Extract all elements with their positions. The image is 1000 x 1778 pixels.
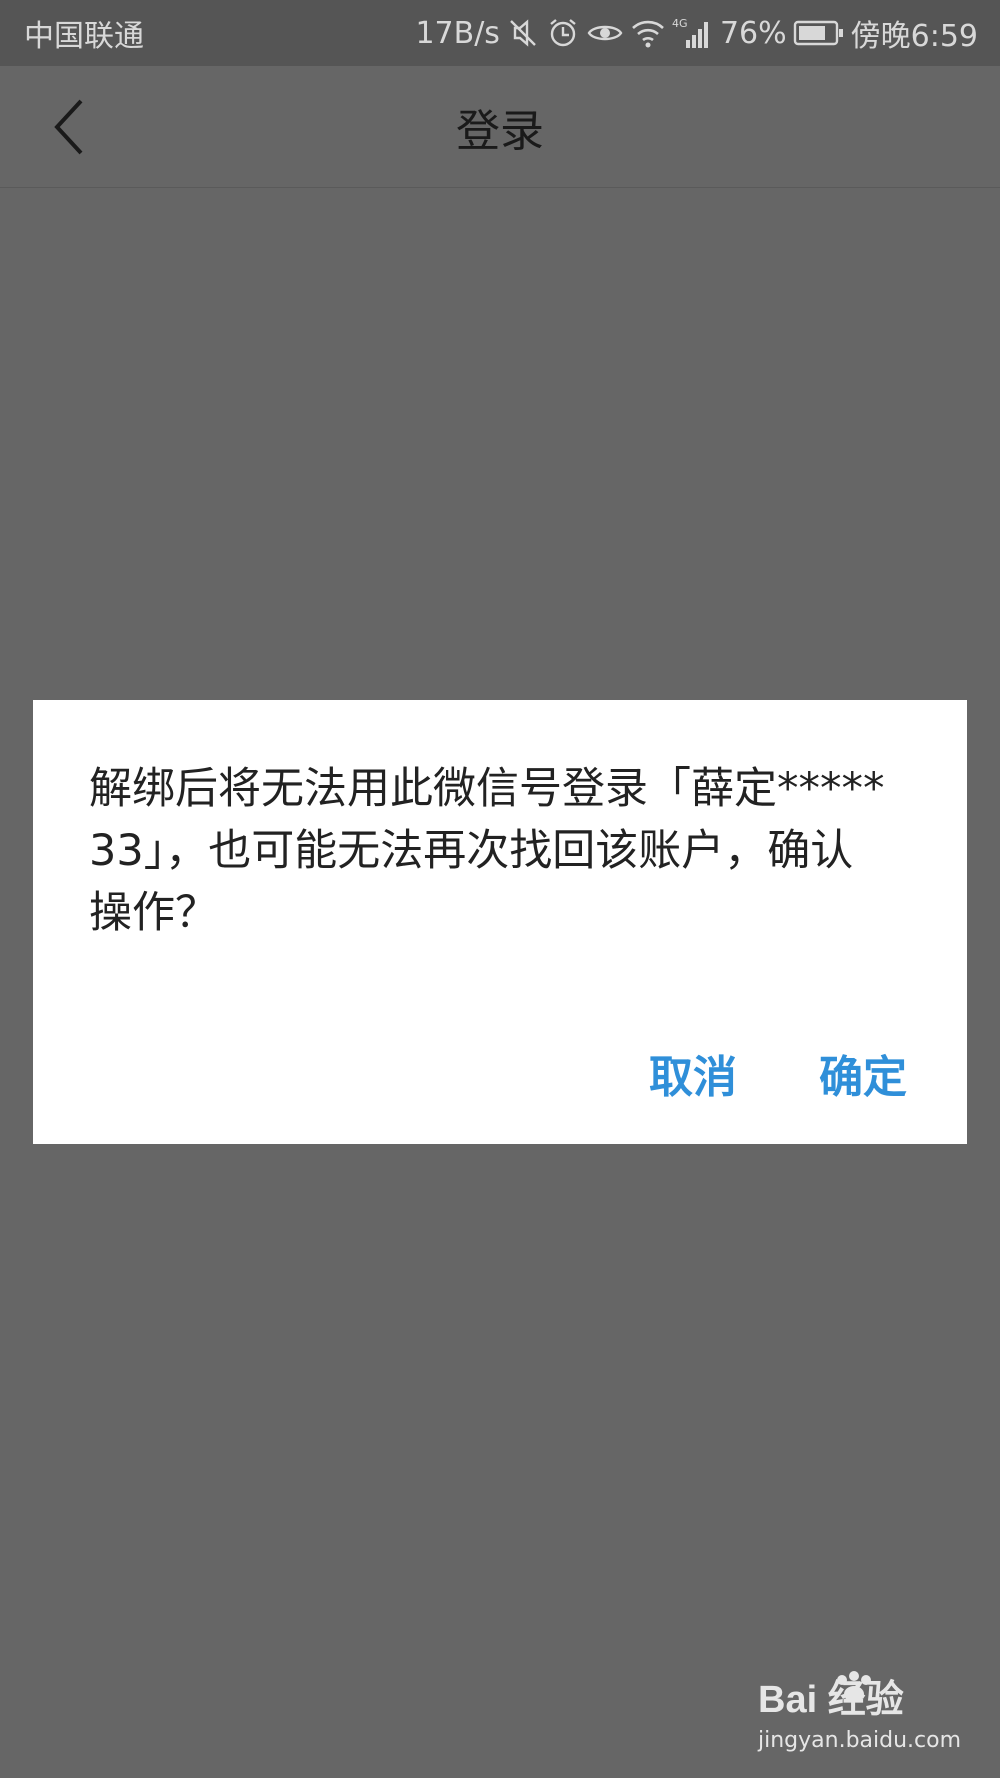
cancel-button[interactable]: 取消 [649,1041,737,1105]
status-icons: 17B/s 4G 76% 傍晚6:59 [415,11,978,55]
watermark-brand: Bai 经验 [758,1679,904,1721]
network-speed: 17B/s [415,15,500,51]
clock: 傍晚6:59 [850,19,978,54]
baidu-jingyan-watermark: Bai 经验 jingyan.baidu.com [758,1668,962,1758]
unbind-confirm-dialog: 解绑后将无法用此微信号登录「薛定*****33」，也可能无法再次找回该账户，确认… [33,700,967,1144]
eye-icon [586,16,624,50]
confirm-button[interactable]: 确定 [819,1041,907,1105]
dialog-actions: 取消 确定 [649,1038,907,1108]
battery-percent: 76% [719,15,787,51]
baidu-logo: Bai 经验 [758,1668,948,1726]
network-badge: 4G [672,17,688,30]
dialog-message: 解绑后将无法用此微信号登录「薛定*****33」，也可能无法再次找回该账户，确认… [89,764,885,938]
page-title: 登录 [456,106,544,157]
screen: 中国联通 17B/s 4G 76% 傍晚6:59 登录 解绑后将无法用此微信号登… [0,0,1000,1778]
battery-icon [793,18,845,48]
carrier-label: 中国联通 [24,19,144,54]
status-bar: 中国联通 17B/s 4G 76% 傍晚6:59 [0,0,1000,66]
alarm-icon [546,16,580,50]
app-bar: 登录 [0,66,1000,188]
wifi-icon [630,16,666,50]
mute-icon [506,16,540,50]
signal-icon: 4G [672,16,712,50]
watermark-url: jingyan.baidu.com [758,1728,962,1753]
